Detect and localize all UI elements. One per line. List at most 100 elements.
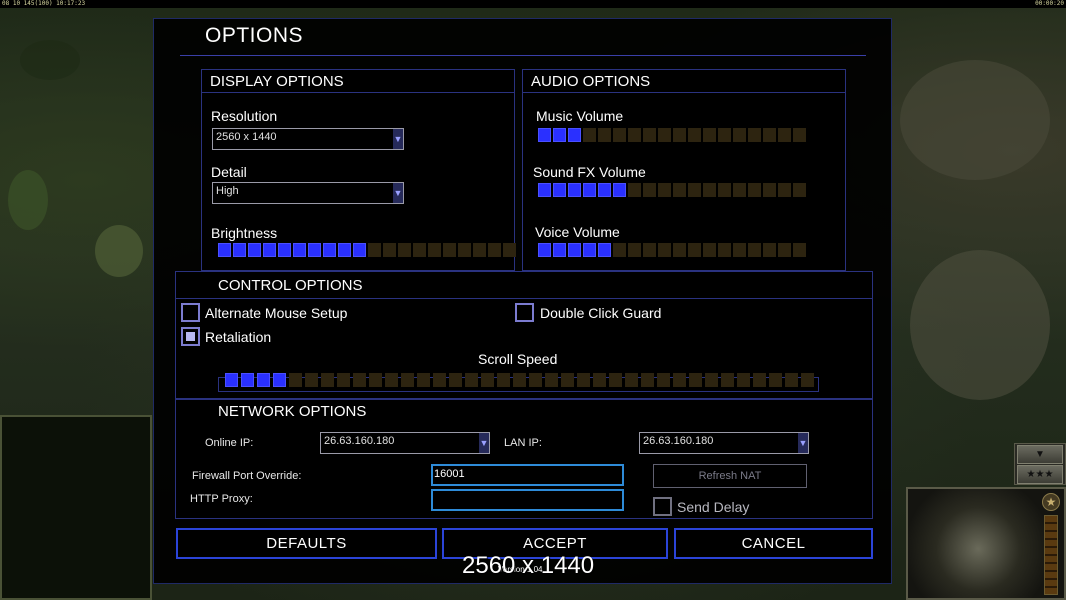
send-delay-label[interactable]: Send Delay xyxy=(677,499,749,515)
slider-segment[interactable] xyxy=(593,373,606,387)
slider-segment[interactable] xyxy=(337,373,350,387)
slider-segment[interactable] xyxy=(568,128,581,142)
slider-segment[interactable] xyxy=(503,243,516,257)
double-click-guard-checkbox[interactable] xyxy=(515,303,534,322)
slider-segment[interactable] xyxy=(785,373,798,387)
slider-segment[interactable] xyxy=(583,243,596,257)
detail-select[interactable]: High ▼ xyxy=(212,182,404,204)
slider-segment[interactable] xyxy=(748,183,761,197)
slider-segment[interactable] xyxy=(305,373,318,387)
slider-segment[interactable] xyxy=(733,243,746,257)
retaliation-checkbox[interactable] xyxy=(181,327,200,346)
slider-segment[interactable] xyxy=(278,243,291,257)
online-ip-select[interactable]: 26.63.160.180 ▼ xyxy=(320,432,490,454)
slider-segment[interactable] xyxy=(538,183,551,197)
slider-segment[interactable] xyxy=(598,183,611,197)
slider-segment[interactable] xyxy=(643,183,656,197)
slider-segment[interactable] xyxy=(529,373,542,387)
slider-segment[interactable] xyxy=(769,373,782,387)
slider-segment[interactable] xyxy=(433,373,446,387)
slider-segment[interactable] xyxy=(497,373,510,387)
double-click-guard-label[interactable]: Double Click Guard xyxy=(540,305,661,321)
slider-segment[interactable] xyxy=(398,243,411,257)
slider-segment[interactable] xyxy=(718,183,731,197)
slider-segment[interactable] xyxy=(289,373,302,387)
slider-segment[interactable] xyxy=(598,243,611,257)
slider-segment[interactable] xyxy=(583,183,596,197)
slider-segment[interactable] xyxy=(449,373,462,387)
slider-segment[interactable] xyxy=(583,128,596,142)
slider-segment[interactable] xyxy=(673,243,686,257)
slider-segment[interactable] xyxy=(225,373,238,387)
alternate-mouse-label[interactable]: Alternate Mouse Setup xyxy=(205,305,347,321)
slider-segment[interactable] xyxy=(613,243,626,257)
slider-segment[interactable] xyxy=(263,243,276,257)
slider-segment[interactable] xyxy=(643,128,656,142)
slider-segment[interactable] xyxy=(308,243,321,257)
slider-segment[interactable] xyxy=(323,243,336,257)
slider-segment[interactable] xyxy=(748,243,761,257)
slider-segment[interactable] xyxy=(241,373,254,387)
slider-segment[interactable] xyxy=(658,183,671,197)
slider-segment[interactable] xyxy=(273,373,286,387)
slider-segment[interactable] xyxy=(625,373,638,387)
slider-segment[interactable] xyxy=(733,128,746,142)
slider-segment[interactable] xyxy=(793,243,806,257)
lan-ip-select[interactable]: 26.63.160.180 ▼ xyxy=(639,432,809,454)
slider-segment[interactable] xyxy=(733,183,746,197)
slider-segment[interactable] xyxy=(383,243,396,257)
slider-segment[interactable] xyxy=(763,243,776,257)
slider-segment[interactable] xyxy=(233,243,246,257)
slider-segment[interactable] xyxy=(613,128,626,142)
voice-volume-slider[interactable] xyxy=(538,243,806,259)
slider-segment[interactable] xyxy=(793,128,806,142)
slider-segment[interactable] xyxy=(353,373,366,387)
brightness-slider[interactable] xyxy=(218,243,516,259)
slider-segment[interactable] xyxy=(577,373,590,387)
slider-segment[interactable] xyxy=(778,183,791,197)
slider-segment[interactable] xyxy=(257,373,270,387)
slider-segment[interactable] xyxy=(417,373,430,387)
chevron-down-icon[interactable]: ▼ xyxy=(393,183,403,203)
slider-segment[interactable] xyxy=(778,128,791,142)
chevron-down-icon[interactable]: ▼ xyxy=(479,433,489,453)
slider-segment[interactable] xyxy=(413,243,426,257)
chevron-down-icon[interactable]: ▼ xyxy=(1017,445,1063,464)
slider-segment[interactable] xyxy=(353,243,366,257)
slider-segment[interactable] xyxy=(473,243,486,257)
slider-segment[interactable] xyxy=(793,183,806,197)
slider-segment[interactable] xyxy=(628,183,641,197)
slider-segment[interactable] xyxy=(553,243,566,257)
slider-segment[interactable] xyxy=(443,243,456,257)
slider-segment[interactable] xyxy=(688,243,701,257)
slider-segment[interactable] xyxy=(538,243,551,257)
radar-minimap[interactable]: ★ xyxy=(906,487,1066,600)
slider-segment[interactable] xyxy=(513,373,526,387)
slider-segment[interactable] xyxy=(248,243,261,257)
slider-segment[interactable] xyxy=(368,243,381,257)
slider-segment[interactable] xyxy=(568,183,581,197)
slider-segment[interactable] xyxy=(703,128,716,142)
slider-segment[interactable] xyxy=(568,243,581,257)
slider-segment[interactable] xyxy=(385,373,398,387)
slider-segment[interactable] xyxy=(643,243,656,257)
slider-segment[interactable] xyxy=(658,128,671,142)
slider-segment[interactable] xyxy=(658,243,671,257)
slider-segment[interactable] xyxy=(613,183,626,197)
slider-segment[interactable] xyxy=(718,128,731,142)
http-proxy-input[interactable] xyxy=(431,489,624,511)
slider-segment[interactable] xyxy=(598,128,611,142)
slider-segment[interactable] xyxy=(718,243,731,257)
slider-segment[interactable] xyxy=(545,373,558,387)
slider-segment[interactable] xyxy=(338,243,351,257)
slider-segment[interactable] xyxy=(553,128,566,142)
slider-segment[interactable] xyxy=(538,128,551,142)
retaliation-label[interactable]: Retaliation xyxy=(205,329,271,345)
slider-segment[interactable] xyxy=(688,183,701,197)
slider-segment[interactable] xyxy=(673,128,686,142)
slider-segment[interactable] xyxy=(703,183,716,197)
slider-segment[interactable] xyxy=(763,128,776,142)
slider-segment[interactable] xyxy=(488,243,501,257)
slider-segment[interactable] xyxy=(428,243,441,257)
slider-segment[interactable] xyxy=(721,373,734,387)
